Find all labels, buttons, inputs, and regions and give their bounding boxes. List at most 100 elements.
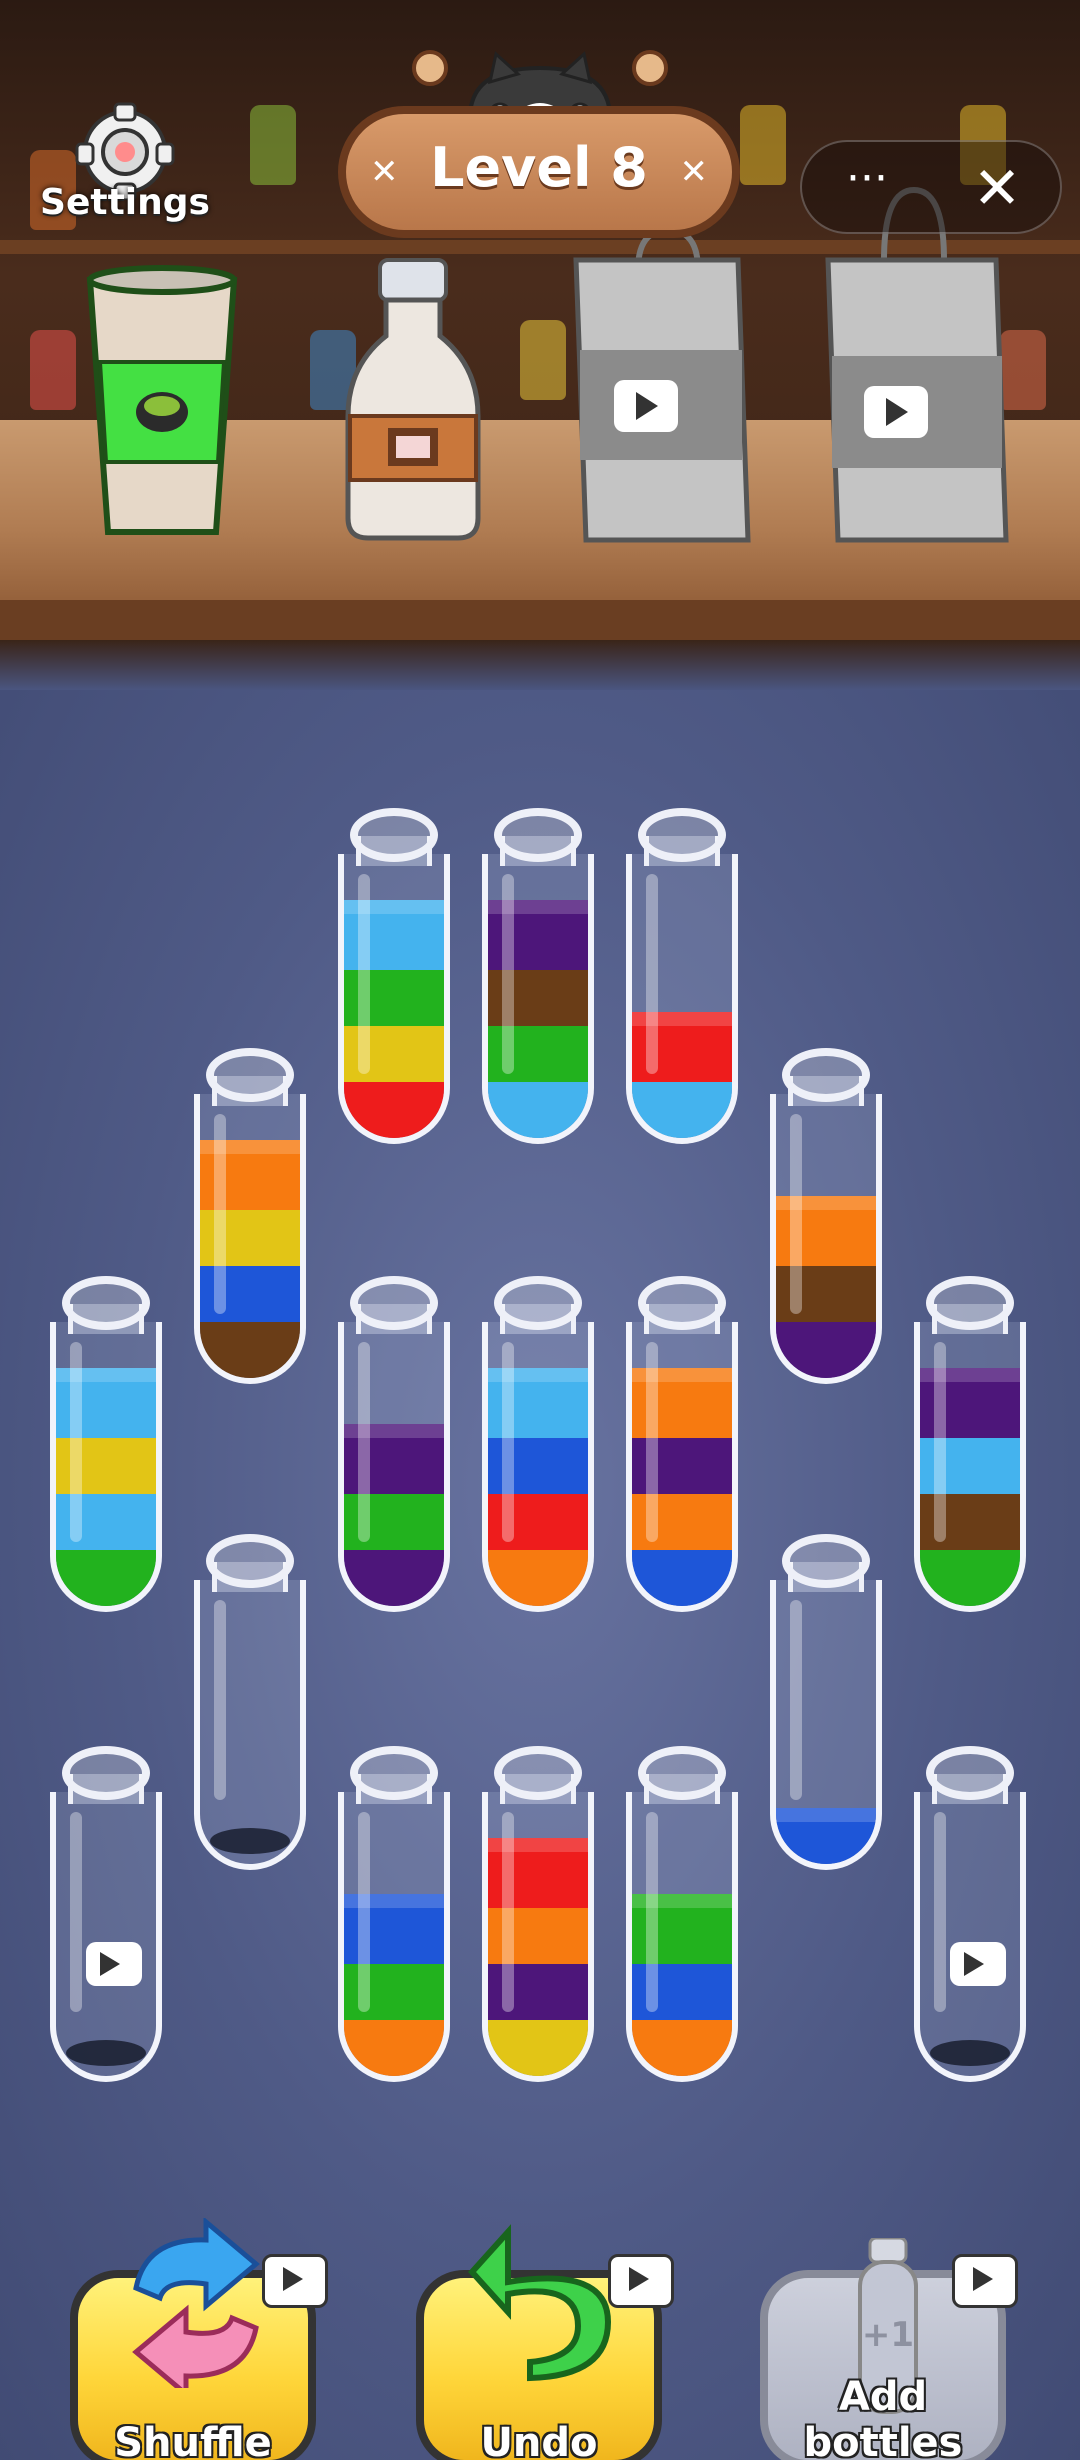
tube-bottom [210, 1828, 290, 1854]
liquid-layer-green [920, 1550, 1020, 1606]
shuffle-button[interactable]: Shuffle [70, 2218, 328, 2460]
tube-11[interactable] [190, 1534, 310, 1872]
shelf-product [740, 105, 786, 185]
undo-label: Undo [480, 2420, 598, 2460]
tube-3[interactable] [622, 808, 742, 1146]
gift-bag-locked[interactable] [818, 180, 1018, 550]
settings-button[interactable]: Settings [40, 100, 210, 240]
glass-shine [934, 1812, 946, 2012]
tube-glass [194, 1094, 306, 1384]
tube-rim [62, 1746, 150, 1800]
glass-shine [214, 1600, 226, 1800]
tube-glass [482, 1792, 594, 2082]
level-sign: ✕ Level 8 ✕ [338, 106, 740, 238]
tube-15[interactable] [478, 1746, 598, 2084]
tube-glass [626, 854, 738, 1144]
glass-shine [358, 1342, 370, 1542]
tube-2[interactable] [478, 808, 598, 1146]
tube-bottom [66, 2040, 146, 2066]
tube-14[interactable] [334, 1746, 454, 2084]
tube-5[interactable] [766, 1048, 886, 1386]
add-bottles-label: Add bottles [803, 2374, 963, 2460]
liquid-layer-orange [344, 2020, 444, 2076]
tube-glass [626, 1792, 738, 2082]
bolt-icon: ✕ [679, 152, 709, 192]
liquid-layer-lightblue [488, 1082, 588, 1138]
matcha-cup-item[interactable] [82, 262, 242, 542]
glass-shine [646, 1812, 658, 2012]
tube-rim [782, 1048, 870, 1102]
glass-shine [502, 1342, 514, 1542]
undo-icon [468, 2224, 612, 2382]
tube-8[interactable] [478, 1276, 598, 1614]
glass-shine [70, 1812, 82, 2012]
undo-button[interactable]: Undo [416, 2224, 674, 2460]
tube-rim [638, 1276, 726, 1330]
video-unlock-icon [950, 1942, 1006, 1986]
tube-rim [494, 1276, 582, 1330]
close-button[interactable]: ✕ [952, 150, 1042, 226]
tube-rim [782, 1534, 870, 1588]
add-bottles-button[interactable]: +1 Add bottles [760, 2238, 1018, 2460]
video-unlock-icon [86, 1942, 142, 1986]
tube-glass [338, 1322, 450, 1612]
matcha-cup-icon [86, 265, 238, 535]
liquid-layer-brown [200, 1322, 300, 1378]
tube-4[interactable] [190, 1048, 310, 1386]
tube-rim [350, 808, 438, 862]
shelf-product [520, 320, 566, 400]
counter-shadow [0, 640, 1080, 690]
liquid-layer-orange [632, 2020, 732, 2076]
tube-6[interactable] [46, 1276, 166, 1614]
tube-glass [914, 1322, 1026, 1612]
liquid-layer-lightblue [632, 1082, 732, 1138]
mini-app-capsule: ··· ✕ [800, 140, 1062, 234]
add-bottles-badge: +1 [862, 2315, 914, 2355]
tube-glass [338, 1792, 450, 2082]
tube-10[interactable] [910, 1276, 1030, 1614]
tube-rim [638, 1746, 726, 1800]
liquid-layer-blue [632, 1550, 732, 1606]
settings-label: Settings [40, 182, 210, 223]
glass-shine [358, 874, 370, 1074]
tube-glass [770, 1094, 882, 1384]
liquid-layer-green [56, 1550, 156, 1606]
glass-shine [646, 874, 658, 1074]
tube-13[interactable] [46, 1746, 166, 2084]
tube-rim [62, 1276, 150, 1330]
tube-bottom [930, 2040, 1010, 2066]
counter-edge [0, 600, 1080, 640]
tube-7[interactable] [334, 1276, 454, 1614]
shelf-product [30, 330, 76, 410]
shuffle-label: Shuffle [114, 2420, 272, 2460]
tube-glass [338, 854, 450, 1144]
gift-bag-locked[interactable] [568, 226, 758, 550]
tube-1[interactable] [334, 808, 454, 1146]
glass-shine [502, 1812, 514, 2012]
tube-glass [770, 1580, 882, 1870]
liquid-layer-purple [776, 1322, 876, 1378]
chocolate-bottle-item[interactable] [338, 256, 488, 546]
glass-shine [214, 1114, 226, 1314]
tube-rim [926, 1276, 1014, 1330]
tube-glass [626, 1322, 738, 1612]
gift-bag-icon [825, 186, 1009, 543]
glass-shine [70, 1342, 82, 1542]
tube-12[interactable] [766, 1534, 886, 1872]
liquid-layer-orange [488, 1550, 588, 1606]
liquid-layer-red [344, 1082, 444, 1138]
chocolate-bottle-icon [345, 258, 481, 541]
tube-9[interactable] [622, 1276, 742, 1614]
level-title: Level 8 [430, 136, 648, 199]
tube-rim [350, 1746, 438, 1800]
liquid-layer-yellow [488, 2020, 588, 2076]
more-button[interactable]: ··· [822, 154, 912, 220]
glass-shine [790, 1114, 802, 1314]
glass-shine [502, 874, 514, 1074]
shuffle-icon [132, 2218, 260, 2388]
tube-17[interactable] [910, 1746, 1030, 2084]
video-ad-icon [608, 2254, 674, 2308]
tube-16[interactable] [622, 1746, 742, 2084]
gift-bag-icon [573, 226, 751, 543]
liquid-layer-purple [344, 1550, 444, 1606]
